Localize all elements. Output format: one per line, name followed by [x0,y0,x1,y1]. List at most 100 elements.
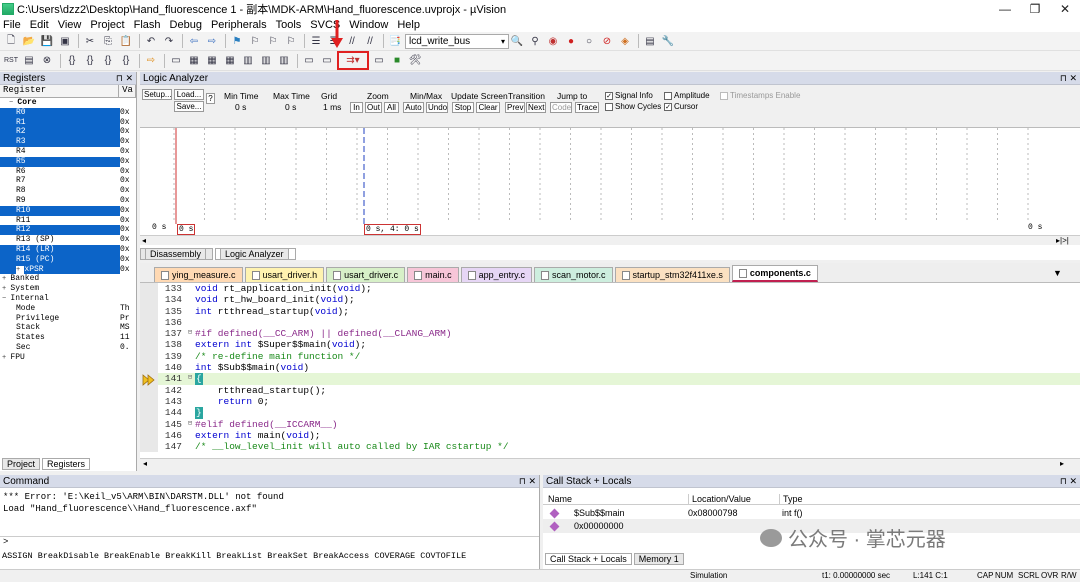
register-row[interactable]: − Internal [0,294,136,304]
register-row[interactable]: R9 0x [0,196,136,206]
gutter[interactable] [140,350,158,363]
register-row[interactable]: R10 0x [0,205,136,216]
file-tab[interactable]: scan_motor.c [534,267,613,282]
gutter[interactable] [140,362,158,374]
code-line[interactable]: 139 /* re-define main function */ [140,350,1080,363]
menu-flash[interactable]: Flash [134,19,161,31]
code-line[interactable]: 134 void rt_hw_board_init(void); [140,294,1080,306]
menu-peripherals[interactable]: Peripherals [211,19,267,31]
code-line[interactable]: 135 int rtthread_startup(void); [140,305,1080,317]
next-button[interactable]: Next [526,102,546,113]
tabs-menu-icon[interactable]: ▼ [1053,268,1062,278]
pin-icon[interactable]: ⊓ ✕ [1060,476,1077,487]
pin-icon[interactable]: ⊓ ✕ [1060,73,1077,84]
show-next-statement-icon[interactable]: ⇨ [143,53,159,68]
menu-window[interactable]: Window [349,19,388,31]
code-line[interactable]: 138 extern int $Super$$main(void); [140,339,1080,351]
code-line[interactable]: 136 [140,316,1080,329]
command-input[interactable]: > [0,536,539,548]
register-row[interactable]: R11 0x [0,216,136,226]
fold-icon[interactable]: ⊟ [185,373,195,384]
save-button[interactable]: Save... [174,101,204,112]
toolbox-icon[interactable]: 🛠 [407,53,423,68]
zoom-in-button[interactable]: In [350,102,363,113]
disable-all-breakpoints-icon[interactable]: ⊘ [599,34,615,49]
register-row[interactable]: + System [0,284,136,294]
new-file-icon[interactable]: 🗋 [3,34,19,49]
trace-button[interactable]: Trace [575,102,599,113]
register-row[interactable]: R8 0x [0,186,136,196]
gutter[interactable] [140,305,158,317]
gutter[interactable] [140,328,158,340]
signal-info-checkbox[interactable]: ✓ Signal Info [605,91,653,100]
gutter[interactable] [140,418,158,430]
logic-analyzer-button[interactable]: ⇉▾ [337,51,369,70]
code-line[interactable]: 137 ⊟ #if defined(__CC_ARM) || defined(__C… [140,328,1080,340]
menu-project[interactable]: Project [90,19,124,31]
scroll-right-icon[interactable]: ▸ [1060,459,1064,468]
symbols-window-icon[interactable]: ▦ [204,53,220,68]
nav-back-icon[interactable]: ⇦ [186,34,202,49]
setup-button[interactable]: Setup... [142,89,172,100]
zoom-all-button[interactable]: All [384,102,399,113]
register-row[interactable]: R2 0x [0,127,136,138]
value-col-header[interactable]: Va [119,85,136,97]
bookmark-icon[interactable]: ⚑ [229,34,245,49]
menu-edit[interactable]: Edit [30,19,49,31]
cursor-checkbox[interactable]: ✓ Cursor [664,102,698,111]
register-row[interactable]: R3 0x [0,137,136,147]
next-bookmark-icon[interactable]: ⚐ [265,34,281,49]
editor-horizontal-scrollbar[interactable]: ◂ ▸ [140,458,1080,469]
amplitude-checkbox[interactable]: Amplitude [664,91,710,100]
step-over-icon[interactable]: {} [82,53,98,68]
trace-window-icon[interactable]: ▭ [371,53,387,68]
code-editor[interactable]: 133 void rt_application_init(void); 134 voi… [140,283,1080,458]
register-row[interactable]: − Core [0,98,136,108]
file-tab[interactable]: usart_driver.h [244,267,325,282]
register-row[interactable]: + xPSR 0x [0,264,136,275]
run-to-cursor-icon[interactable]: {} [118,53,134,68]
register-row[interactable]: R0 0x [0,107,136,118]
fold-icon[interactable]: ⊟ [185,419,195,430]
menu-debug[interactable]: Debug [170,19,202,31]
file-tab[interactable]: ying_measure.c [154,267,243,282]
gutter[interactable] [140,441,158,453]
code-line[interactable]: 147 /* __low_level_init will auto called … [140,441,1080,453]
register-row[interactable]: States 11 [0,333,136,343]
disassembly-window-icon[interactable]: ▦ [186,53,202,68]
register-row[interactable]: Stack MS [0,323,136,333]
register-row[interactable]: R15 (PC) 0x [0,254,136,265]
gutter[interactable] [140,384,158,396]
pin-icon[interactable]: ⊓ ✕ [519,476,536,487]
tab-memory-1[interactable]: Memory 1 [633,552,684,565]
logic-analyzer-grid[interactable] [140,128,1080,248]
code-line[interactable]: 144} [140,407,1080,419]
menu-tools[interactable]: Tools [276,19,302,31]
step-into-icon[interactable]: {} [64,53,80,68]
file-tab[interactable]: startup_stm32f411xe.s [614,267,730,282]
zoom-out-button[interactable]: Out [365,102,382,113]
uncomment-icon[interactable]: // [362,34,378,49]
register-row[interactable]: + Banked [0,274,136,284]
close-button[interactable]: ✕ [1050,2,1080,16]
file-tab[interactable]: main.c [407,267,459,282]
command-window-icon[interactable]: ▭ [168,53,184,68]
register-row[interactable]: Sec 0. [0,343,136,353]
code-line[interactable]: 141 ⊟{ [140,373,1080,385]
tab-registers[interactable]: Registers [42,457,91,470]
gutter[interactable] [140,429,158,442]
save-all-icon[interactable]: ▣ [57,34,73,49]
gutter[interactable] [140,407,158,419]
configure-icon[interactable]: 🔧 [660,34,676,49]
enable-breakpoint-icon[interactable]: ○ [581,34,597,49]
code-line[interactable]: 140 int $Sub$$main(void) [140,362,1080,374]
show-cycles-checkbox[interactable]: Show Cycles [605,102,661,111]
type-col-header[interactable]: Type [779,494,803,504]
scroll-left-icon[interactable]: ◂ [143,459,147,468]
register-row[interactable]: R1 0x [0,117,136,128]
menu-help[interactable]: Help [397,19,420,31]
reset-icon[interactable]: RST [3,53,19,68]
cut-icon[interactable]: ✂ [82,34,98,49]
paste-icon[interactable]: 📋 [118,34,134,49]
load-button[interactable]: Load... [174,89,204,100]
